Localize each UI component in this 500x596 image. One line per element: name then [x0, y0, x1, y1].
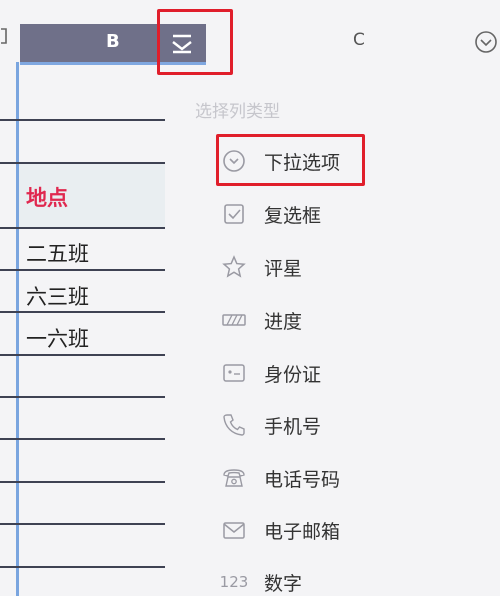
row-divider [0, 566, 165, 568]
cell-location-header[interactable]: 地点 [26, 182, 68, 212]
highlight-box-dropdown-option [216, 134, 365, 186]
menu-item-label: 身份证 [264, 363, 322, 386]
mail-icon [218, 514, 250, 546]
chevron-circle-icon [475, 31, 497, 53]
progress-icon [218, 304, 250, 336]
telephone-icon [218, 462, 250, 494]
table-cell[interactable]: 二五班 [26, 238, 89, 268]
row-divider [0, 396, 165, 398]
number-icon: 123 [219, 573, 249, 591]
menu-item-number[interactable]: 123 数字 [218, 564, 302, 596]
menu-item-label: 电子邮箱 [264, 520, 341, 543]
column-b-label: B [106, 31, 120, 52]
menu-item-rating[interactable]: 评星 [218, 249, 302, 285]
column-type-panel-title: 选择列类型 [195, 102, 280, 122]
row-divider [0, 481, 165, 483]
table-cell[interactable]: 一六班 [26, 323, 89, 353]
row-divider [0, 523, 165, 525]
menu-item-progress[interactable]: 进度 [218, 302, 302, 338]
row-divider [0, 119, 165, 121]
spreadsheet-view: B C 地点 二五班 六三班 一六班 选择列类型 下拉选项 复选框 评星 进度 … [0, 0, 500, 596]
checkbox-icon [218, 198, 250, 230]
menu-item-label: 手机号 [264, 415, 322, 438]
column-c-header[interactable]: C [353, 30, 365, 50]
phone-icon [218, 409, 250, 441]
id-card-icon [218, 357, 250, 389]
highlight-box-menu-button [157, 9, 233, 75]
row-divider [0, 311, 165, 313]
menu-item-id-card[interactable]: 身份证 [218, 355, 321, 391]
column-selection-border [16, 62, 19, 596]
menu-item-mobile[interactable]: 手机号 [218, 407, 321, 443]
menu-item-label: 评星 [264, 257, 303, 280]
row-divider [0, 269, 165, 271]
column-a-header-edge[interactable] [0, 26, 10, 66]
column-a-icon [1, 28, 7, 44]
menu-item-checkbox[interactable]: 复选框 [218, 196, 321, 232]
row-divider [0, 227, 165, 229]
menu-item-label: 电话号码 [264, 468, 341, 491]
menu-item-label: 进度 [264, 310, 303, 333]
menu-item-label: 数字 [264, 572, 303, 595]
menu-item-email[interactable]: 电子邮箱 [218, 512, 340, 548]
menu-item-label: 复选框 [264, 204, 322, 227]
column-d-header-edge[interactable] [474, 30, 498, 58]
row-divider [0, 438, 165, 440]
row-divider [0, 354, 165, 356]
table-cell[interactable]: 六三班 [26, 281, 89, 311]
star-icon [218, 251, 250, 283]
menu-item-telephone[interactable]: 电话号码 [218, 460, 340, 496]
row-divider [0, 162, 165, 164]
